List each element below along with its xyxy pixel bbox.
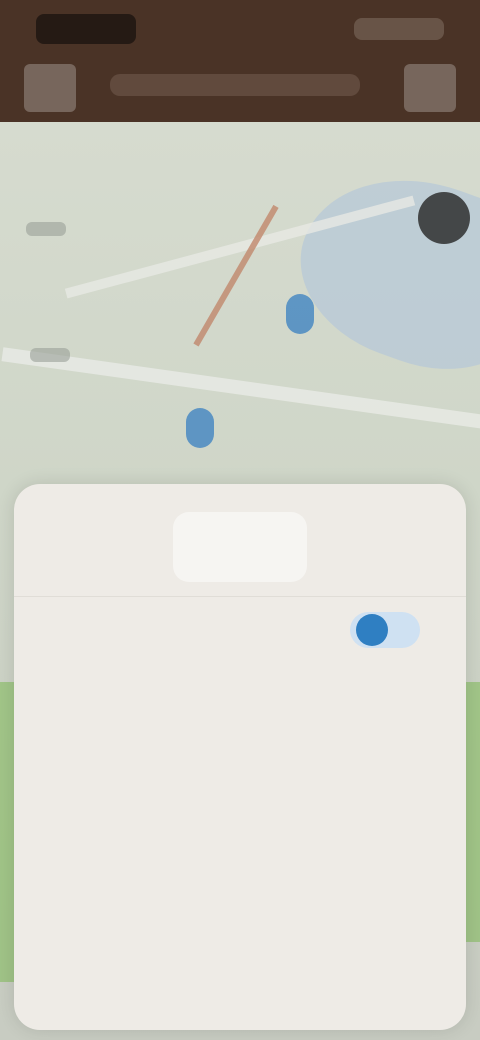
divider	[14, 596, 466, 597]
settings-list	[60, 604, 430, 852]
menu-icon[interactable]	[24, 64, 76, 112]
more-icon[interactable]	[404, 64, 456, 112]
route-line	[193, 204, 279, 347]
top-app-bar	[0, 0, 480, 122]
map-label	[30, 348, 70, 362]
map-label	[26, 222, 66, 236]
map-pin-icon[interactable]	[286, 294, 314, 334]
settings-row[interactable]	[60, 656, 430, 696]
map-park-area	[466, 682, 480, 942]
map-pin-icon[interactable]	[186, 408, 214, 448]
settings-row[interactable]	[60, 604, 430, 648]
map-water	[276, 146, 480, 398]
bottom-sheet	[14, 484, 466, 1030]
toggle-switch[interactable]	[350, 612, 420, 648]
status-icons	[354, 18, 444, 40]
settings-row[interactable]	[60, 812, 430, 852]
settings-row[interactable]	[60, 708, 430, 748]
tab-right[interactable]	[307, 512, 442, 582]
status-time	[36, 14, 136, 44]
toggle-knob	[356, 614, 388, 646]
tab-center[interactable]	[172, 512, 308, 582]
app-title	[110, 74, 360, 96]
recenter-button[interactable]	[418, 192, 470, 244]
sheet-tabs	[38, 512, 442, 582]
settings-row[interactable]	[60, 760, 430, 800]
tab-left[interactable]	[38, 512, 173, 582]
